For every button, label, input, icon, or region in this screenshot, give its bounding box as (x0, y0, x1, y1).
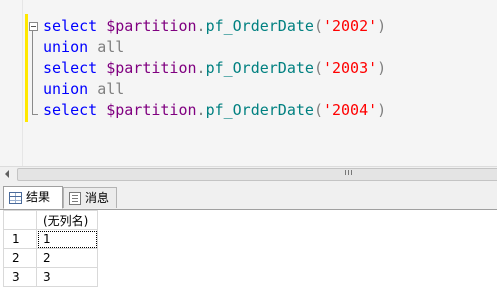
code-line: union all (43, 38, 125, 56)
grid-icon (9, 191, 22, 204)
table-cell[interactable]: 3 (36, 267, 98, 287)
change-tracking-bar (25, 14, 28, 122)
row-header[interactable]: 3 (3, 267, 37, 287)
tab-messages[interactable]: 消息 (63, 187, 117, 208)
message-icon (69, 191, 81, 205)
code-line: select $partition.pf_OrderDate('2003') (43, 59, 387, 77)
code-line: union all (43, 80, 125, 98)
table-row: 2 2 (3, 248, 98, 268)
outline-end (32, 114, 38, 115)
tab-messages-label: 消息 (85, 190, 110, 205)
code-line: select $partition.pf_OrderDate('2002') (43, 17, 387, 35)
results-pane: (无列名) 1 1 2 2 3 3 (0, 210, 497, 295)
column-header[interactable]: (无列名) (36, 210, 98, 230)
outline-line (32, 26, 33, 115)
editor-gutter (0, 0, 23, 168)
table-cell[interactable]: 2 (36, 248, 98, 268)
tab-results-label: 结果 (26, 190, 51, 204)
table-cell[interactable]: 1 (36, 229, 98, 249)
horizontal-scrollbar[interactable] (0, 166, 497, 181)
results-tab-strip: 结果 消息 (0, 181, 497, 210)
row-header[interactable]: 2 (3, 248, 37, 268)
query-editor[interactable]: select $partition.pf_OrderDate('2002')un… (0, 0, 497, 168)
table-row: 3 3 (3, 267, 98, 287)
table-row: 1 1 (3, 229, 98, 249)
scroll-left-icon[interactable] (5, 170, 9, 178)
collapse-icon[interactable] (29, 22, 38, 31)
code-text[interactable]: select $partition.pf_OrderDate('2002')un… (43, 16, 386, 121)
scrollbar-thumb[interactable] (17, 168, 497, 181)
scrollbar-grip-icon (345, 170, 354, 175)
results-grid: (无列名) 1 1 2 2 3 3 (3, 210, 98, 287)
tab-results[interactable]: 结果 (3, 186, 63, 209)
grid-header-row: (无列名) (3, 210, 98, 230)
grid-corner[interactable] (3, 210, 37, 230)
row-header[interactable]: 1 (3, 229, 37, 249)
code-line: select $partition.pf_OrderDate('2004') (43, 101, 387, 119)
